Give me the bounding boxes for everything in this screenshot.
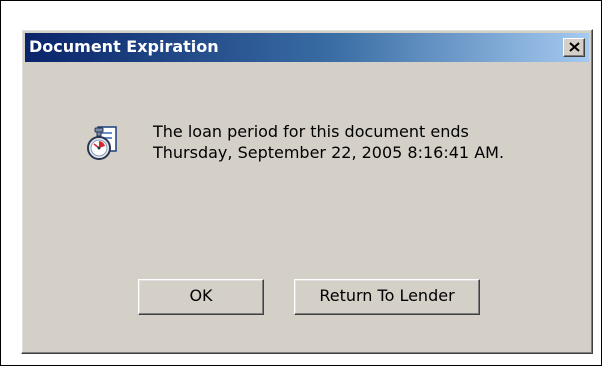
title-bar[interactable]: Document Expiration xyxy=(25,33,589,62)
expiration-message: The loan period for this document ends T… xyxy=(153,121,504,163)
message-line-1: The loan period for this document ends xyxy=(153,122,469,141)
document-expiration-dialog: Document Expiration The loan period for … xyxy=(21,29,593,354)
return-to-lender-button[interactable]: Return To Lender xyxy=(294,279,480,315)
dialog-title: Document Expiration xyxy=(29,37,219,56)
message-line-2: Thursday, September 22, 2005 8:16:41 AM. xyxy=(153,143,505,162)
close-icon xyxy=(569,42,580,52)
stopwatch-document-icon xyxy=(87,126,117,160)
ok-button[interactable]: OK xyxy=(138,279,264,315)
screenshot-frame: Document Expiration The loan period for … xyxy=(0,0,602,366)
close-button[interactable] xyxy=(563,38,585,57)
